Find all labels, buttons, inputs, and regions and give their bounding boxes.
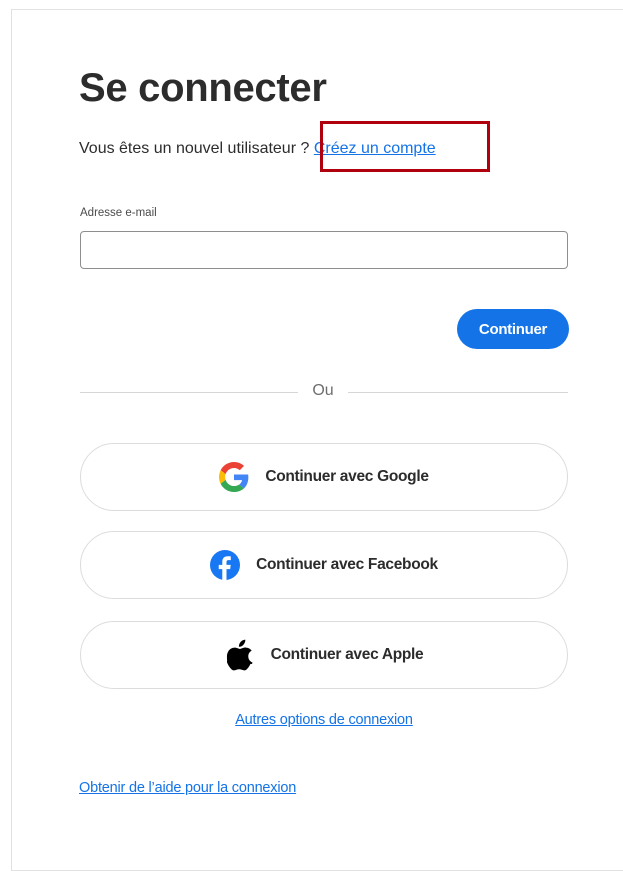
- divider-right: [348, 392, 568, 393]
- facebook-sign-in-button[interactable]: Continuer avec Facebook: [80, 531, 568, 599]
- apple-sign-in-button[interactable]: Continuer avec Apple: [80, 621, 568, 689]
- facebook-button-label: Continuer avec Facebook: [256, 556, 438, 573]
- email-field[interactable]: [80, 231, 568, 269]
- email-label: Adresse e-mail: [80, 207, 157, 219]
- google-button-label: Continuer avec Google: [265, 468, 429, 485]
- sign-in-card: [11, 9, 623, 871]
- google-icon: [219, 462, 249, 492]
- new-user-text: Vous êtes un nouvel utilisateur ?: [79, 140, 314, 157]
- page-title: Se connecter: [79, 66, 327, 110]
- continue-button[interactable]: Continuer: [457, 309, 569, 349]
- apple-button-label: Continuer avec Apple: [270, 646, 424, 663]
- google-sign-in-button[interactable]: Continuer avec Google: [80, 443, 568, 511]
- highlight-annotation-box: [320, 121, 490, 172]
- other-sign-in-options-link[interactable]: Autres options de connexion: [0, 712, 623, 728]
- apple-icon: [225, 639, 255, 671]
- sign-in-help-link[interactable]: Obtenir de l’aide pour la connexion: [79, 780, 296, 796]
- divider-left: [80, 392, 298, 393]
- facebook-icon: [210, 550, 241, 580]
- or-divider-label: Ou: [312, 382, 334, 399]
